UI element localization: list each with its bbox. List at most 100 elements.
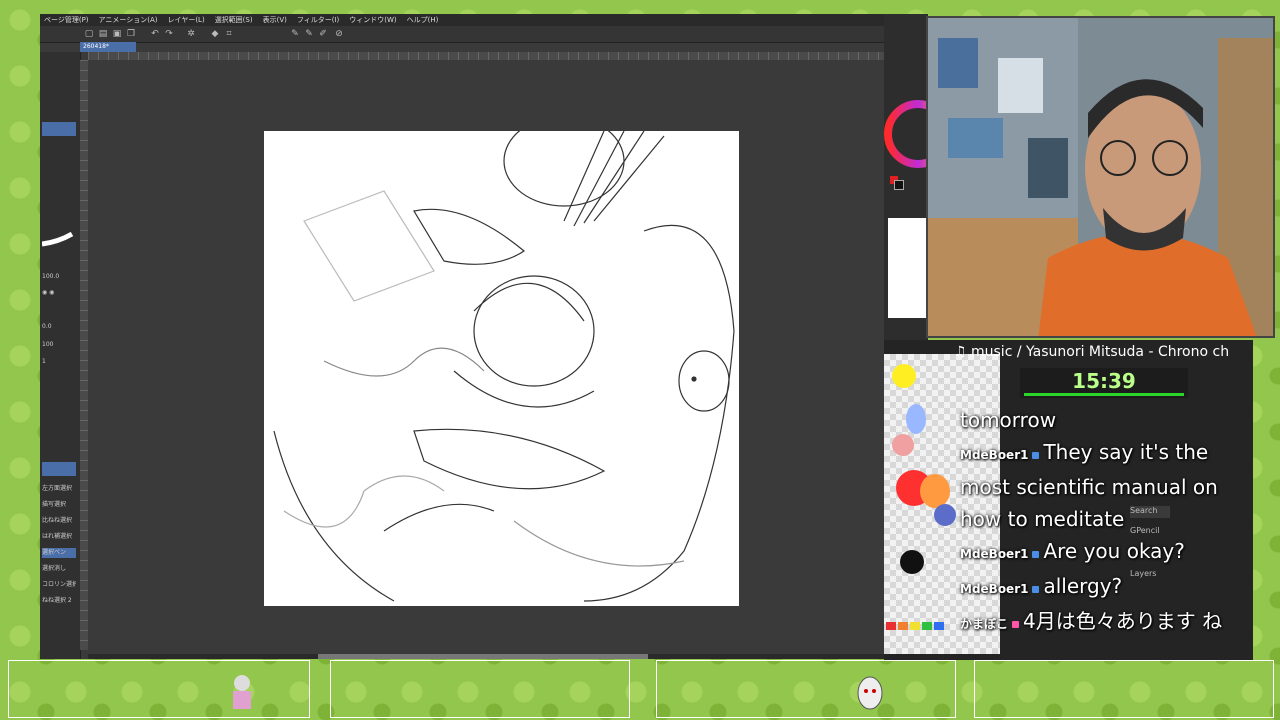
color-blob[interactable] bbox=[906, 404, 926, 434]
pen-icon[interactable]: ✎ bbox=[290, 29, 300, 39]
color-blob[interactable] bbox=[934, 504, 956, 526]
subtool-item[interactable]: ねね選択 2 bbox=[42, 596, 76, 606]
ruler-top bbox=[88, 52, 884, 60]
fill-icon[interactable]: ◆ bbox=[210, 29, 220, 39]
swatch[interactable] bbox=[898, 622, 908, 630]
drawing-canvas[interactable] bbox=[264, 131, 739, 606]
sketch-shape bbox=[691, 376, 697, 382]
badge-icon bbox=[1032, 551, 1040, 558]
horizontal-scrollbar[interactable] bbox=[88, 654, 884, 659]
badge-icon bbox=[1012, 621, 1020, 628]
sub-tool-selected[interactable] bbox=[42, 462, 76, 476]
bottom-sprite-bar bbox=[0, 660, 1280, 720]
swatch[interactable] bbox=[910, 622, 920, 630]
sketch-shape bbox=[413, 208, 526, 265]
sketch-shape bbox=[303, 190, 435, 302]
subtool-item[interactable]: 選択消し bbox=[42, 564, 76, 574]
menu-help[interactable]: ヘルプ(H) bbox=[407, 14, 439, 26]
menu-window[interactable]: ウィンドウ(W) bbox=[349, 14, 396, 26]
color-blob[interactable] bbox=[900, 550, 924, 574]
menu-layer[interactable]: レイヤー(L) bbox=[168, 14, 205, 26]
color-blob[interactable] bbox=[892, 434, 914, 456]
toolbar: ▢ ▤ ▣ ❐ ↶ ↷ ✲ ◆ ⌗ ✎ ✎ ✐ ⊘ bbox=[40, 26, 884, 43]
size-value[interactable]: 100.0 bbox=[42, 272, 76, 282]
new-icon[interactable]: ▢ bbox=[84, 29, 94, 39]
swatch[interactable] bbox=[934, 622, 944, 630]
zoom-value[interactable]: 1 bbox=[42, 357, 76, 367]
webcam-feed bbox=[926, 16, 1275, 338]
sketch-shape bbox=[503, 131, 625, 207]
chat-user: MdeBoer1 bbox=[960, 448, 1029, 462]
eraser-icon[interactable]: ✐ bbox=[318, 29, 328, 39]
sketch-shape bbox=[583, 224, 735, 602]
color-wheel-icon[interactable] bbox=[884, 64, 928, 184]
subtool-item[interactable]: コロリン選択 bbox=[42, 580, 76, 590]
brush-icon[interactable]: ✎ bbox=[304, 29, 314, 39]
chat-text: 4月は色々あります ね bbox=[1023, 609, 1223, 633]
sketch-shape bbox=[383, 503, 495, 532]
save-icon[interactable]: ▣ bbox=[112, 29, 122, 39]
sprite-character-icon bbox=[857, 676, 883, 710]
sprite-character-icon bbox=[233, 675, 251, 709]
swatch[interactable] bbox=[886, 622, 896, 630]
sprite-slot bbox=[974, 660, 1274, 718]
badge-icon bbox=[1032, 452, 1040, 459]
chat-user: MdeBoer1 bbox=[960, 582, 1029, 596]
tool-property-panel: 100.0 ◉ ◉ 0.0 100 1 左方面選択 描写選択 比ねね選択 はれ補… bbox=[40, 52, 81, 659]
transform-icon[interactable]: ⌗ bbox=[224, 29, 234, 39]
chat-text: allergy? bbox=[1043, 574, 1123, 598]
now-playing-music: ♫ music / Yasunori Mitsuda - Chrono ch bbox=[954, 344, 1230, 360]
menu-filter[interactable]: フィルター(I) bbox=[297, 14, 339, 26]
subtool-item[interactable]: はれ補選択 bbox=[42, 532, 76, 542]
brush-size-value[interactable]: 0.0 bbox=[42, 322, 76, 332]
sprite-slot bbox=[8, 660, 310, 718]
subtool-item[interactable]: 左方面選択 bbox=[42, 484, 76, 494]
undo-icon[interactable]: ↶ bbox=[150, 29, 160, 39]
sprite-slot bbox=[330, 660, 630, 718]
sub-color-swatch[interactable] bbox=[894, 180, 904, 190]
menu-animation[interactable]: アニメーション(A) bbox=[99, 14, 158, 26]
subtool-item[interactable]: 選択ペン bbox=[42, 548, 76, 558]
color-blob[interactable] bbox=[892, 364, 916, 388]
search-field[interactable]: Search bbox=[1130, 506, 1170, 518]
chat-user: かまぼこ bbox=[960, 617, 1009, 631]
menu-view[interactable]: 表示(V) bbox=[263, 14, 287, 26]
timer-value: 15:39 bbox=[1072, 369, 1136, 393]
selected-brush[interactable] bbox=[42, 122, 76, 136]
layers-panel-labels: Search GPencil Layers bbox=[1130, 506, 1250, 578]
settings-icon[interactable]: ✲ bbox=[186, 29, 196, 39]
sketch-shape bbox=[513, 520, 685, 567]
menu-page[interactable]: ページ管理(P) bbox=[44, 14, 89, 26]
redo-icon[interactable]: ↷ bbox=[164, 29, 174, 39]
sketch-shape bbox=[283, 475, 445, 528]
sketch-illustration bbox=[273, 131, 735, 602]
ruler-icon[interactable]: ⊘ bbox=[334, 29, 344, 39]
color-blob[interactable] bbox=[920, 474, 950, 508]
ruler-left bbox=[80, 60, 88, 650]
sprite-slot bbox=[656, 660, 956, 718]
stream-timer: 15:39 bbox=[1020, 368, 1188, 398]
sketch-shape bbox=[473, 275, 595, 387]
sketch-shape bbox=[323, 347, 485, 377]
brush-stroke-preview bbox=[42, 230, 76, 250]
sketch-shape bbox=[678, 350, 730, 412]
swatch[interactable] bbox=[922, 622, 932, 630]
webcam-person-image bbox=[928, 18, 1273, 336]
document-tab[interactable]: 260418* bbox=[80, 42, 136, 52]
menu-bar: ページ管理(P) アニメーション(A) レイヤー(L) 選択範囲(S) 表示(V… bbox=[40, 14, 884, 26]
menu-selection[interactable]: 選択範囲(S) bbox=[215, 14, 253, 26]
brush-stroke-icon bbox=[42, 231, 74, 247]
timer-progress-bar bbox=[1024, 393, 1184, 396]
open-icon[interactable]: ▤ bbox=[98, 29, 108, 39]
gpencil-label: GPencil bbox=[1130, 526, 1160, 535]
opacity-value[interactable]: 100 bbox=[42, 340, 76, 350]
subtool-item[interactable]: 描写選択 bbox=[42, 500, 76, 510]
opacity-icons[interactable]: ◉ ◉ bbox=[42, 288, 76, 298]
scroll-thumb[interactable] bbox=[318, 654, 648, 659]
navigator-preview[interactable] bbox=[888, 218, 928, 318]
copy-icon[interactable]: ❐ bbox=[126, 29, 136, 39]
chat-text: tomorrow bbox=[960, 408, 1057, 432]
chat-message: tomorrow bbox=[960, 404, 1250, 436]
sketch-shape bbox=[563, 131, 665, 227]
subtool-item[interactable]: 比ねね選択 bbox=[42, 516, 76, 526]
